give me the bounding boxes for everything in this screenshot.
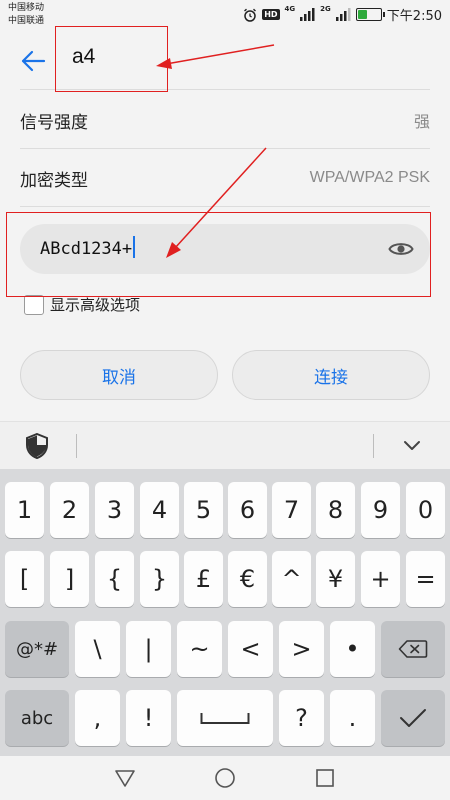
keyboard-row-digits: 1 2 3 4 5 6 7 8 9 0 xyxy=(0,482,450,538)
key-question[interactable]: ? xyxy=(279,690,324,746)
cancel-button[interactable]: 取消 xyxy=(20,350,218,400)
toolbar-separator xyxy=(373,434,374,458)
key-4[interactable]: 4 xyxy=(140,482,179,538)
security-type-label: 加密类型 xyxy=(20,170,88,191)
key-tilde[interactable]: ~ xyxy=(177,621,222,677)
navigation-bar xyxy=(0,756,450,800)
carrier-1: 中国移动 xyxy=(8,3,45,13)
security-type-value: WPA/WPA2 PSK xyxy=(309,169,430,186)
status-time: 下午2:50 xyxy=(386,9,442,24)
network-type-1: 4G xyxy=(284,5,296,13)
keyboard-row-symbols-2: @*# \ | ~ < > • xyxy=(0,621,450,677)
on-screen-keyboard: 1 2 3 4 5 6 7 8 9 0 [ ] { } £ € ^ ¥ + = … xyxy=(0,469,450,756)
security-type-row: 加密类型 WPA/WPA2 PSK xyxy=(20,149,430,207)
key-backslash[interactable]: \ xyxy=(75,621,120,677)
keyboard-toolbar xyxy=(0,421,450,469)
key-greater-than[interactable]: > xyxy=(279,621,324,677)
key-left-bracket[interactable]: [ xyxy=(5,551,44,607)
signal-strength-label: 信号强度 xyxy=(20,112,88,133)
key-right-brace[interactable]: } xyxy=(140,551,179,607)
annotation-box-password xyxy=(6,212,431,297)
key-caret[interactable]: ^ xyxy=(272,551,311,607)
square-recents-icon[interactable] xyxy=(313,766,337,790)
key-comma[interactable]: , xyxy=(75,690,120,746)
key-6[interactable]: 6 xyxy=(228,482,267,538)
key-period[interactable]: . xyxy=(330,690,375,746)
alarm-icon xyxy=(244,8,257,22)
backspace-icon xyxy=(398,640,428,658)
key-right-bracket[interactable]: ] xyxy=(50,551,89,607)
chevron-down-icon[interactable] xyxy=(402,437,422,455)
keyboard-row-bottom: abc , ! ? . xyxy=(0,690,450,746)
signal-strength-value: 强 xyxy=(413,114,430,131)
key-pipe[interactable]: | xyxy=(126,621,171,677)
space-icon xyxy=(200,713,250,724)
hd-badge: HD xyxy=(262,9,280,20)
space-key[interactable] xyxy=(177,690,273,746)
signal-strength-row: 信号强度 强 xyxy=(20,91,430,149)
connect-button[interactable]: 连接 xyxy=(232,350,430,400)
shield-icon[interactable] xyxy=(26,433,48,459)
carrier-2: 中国联通 xyxy=(8,16,45,26)
key-symbols-toggle[interactable]: @*# xyxy=(5,621,69,677)
annotation-box-ssid xyxy=(55,26,168,92)
key-3[interactable]: 3 xyxy=(95,482,134,538)
key-less-than[interactable]: < xyxy=(228,621,273,677)
advanced-options-label: 显示高级选项 xyxy=(50,296,141,314)
advanced-options-checkbox[interactable] xyxy=(24,294,44,315)
key-euro[interactable]: € xyxy=(228,551,267,607)
key-yen[interactable]: ¥ xyxy=(316,551,355,607)
advanced-options-toggle[interactable]: 显示高级选项 xyxy=(24,294,140,315)
status-icons: HD 4G 2G 下午2:50 xyxy=(243,5,442,24)
key-2[interactable]: 2 xyxy=(50,482,89,538)
enter-key[interactable] xyxy=(381,690,445,746)
key-7[interactable]: 7 xyxy=(272,482,311,538)
signal-icon-1 xyxy=(300,8,315,21)
keyboard-row-symbols-1: [ ] { } £ € ^ ¥ + = xyxy=(0,551,450,607)
key-bullet[interactable]: • xyxy=(330,621,375,677)
circle-home-icon[interactable] xyxy=(213,766,237,790)
enter-check-icon xyxy=(400,709,426,727)
battery-level xyxy=(357,10,368,19)
key-plus[interactable]: + xyxy=(361,551,400,607)
key-equals[interactable]: = xyxy=(406,551,445,607)
backspace-key[interactable] xyxy=(381,621,445,677)
key-8[interactable]: 8 xyxy=(316,482,355,538)
key-exclamation[interactable]: ! xyxy=(126,690,171,746)
battery-icon xyxy=(355,8,385,21)
key-1[interactable]: 1 xyxy=(5,482,44,538)
key-pound[interactable]: £ xyxy=(184,551,223,607)
key-0[interactable]: 0 xyxy=(406,482,445,538)
divider xyxy=(20,206,430,207)
network-type-2: 2G xyxy=(320,5,331,13)
arrow-left-icon[interactable] xyxy=(18,46,48,76)
carrier-names: 中国移动 中国联通 xyxy=(8,2,44,28)
triangle-back-icon[interactable] xyxy=(113,766,137,790)
key-left-brace[interactable]: { xyxy=(95,551,134,607)
key-9[interactable]: 9 xyxy=(361,482,400,538)
signal-icon-2 xyxy=(335,8,351,21)
key-abc-toggle[interactable]: abc xyxy=(5,690,69,746)
key-5[interactable]: 5 xyxy=(184,482,223,538)
toolbar-separator xyxy=(76,434,77,458)
